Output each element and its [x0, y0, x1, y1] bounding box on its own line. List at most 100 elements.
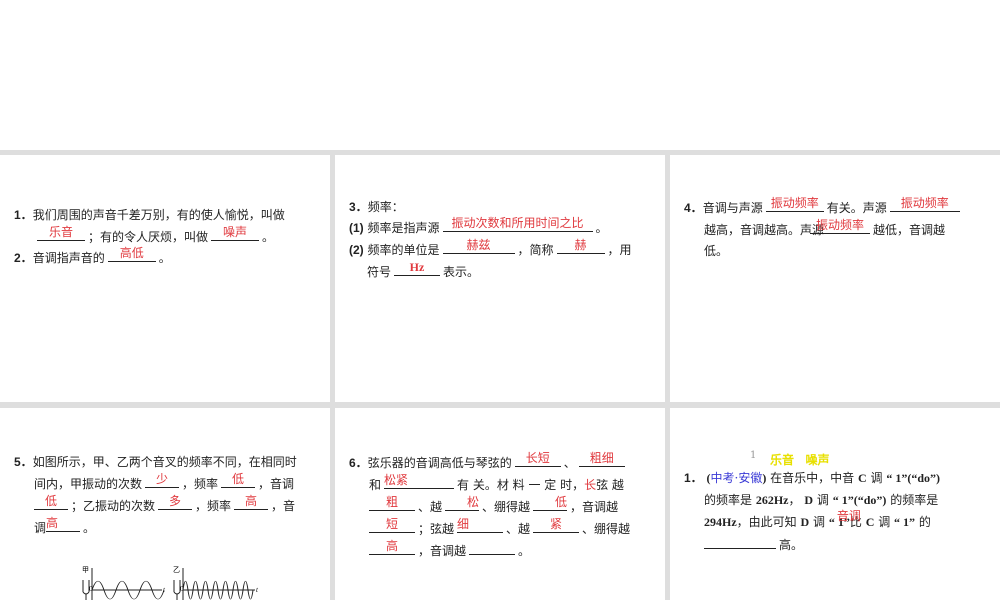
q5-text-3: ，频率 [182, 477, 219, 491]
q3-p2-text: 频率的单位是 [367, 243, 440, 257]
q6-answer-6: 松 [467, 495, 480, 509]
q6-answer-11: 高 [385, 539, 398, 553]
ex1-text-8: 调 [813, 515, 826, 529]
q6-answer-1: 长短 [525, 451, 550, 465]
q6-answer-2: 粗细 [589, 451, 614, 465]
axis-a [91, 568, 162, 600]
q5-blank-6: 高 [46, 516, 81, 532]
q3-p1-number: (1) [349, 221, 364, 235]
q4-blank-2: 振动频率 [889, 197, 960, 212]
q6-blank-8: 短 [369, 518, 415, 533]
q6-blank-9: 细 [457, 517, 504, 533]
q1-number: 1． [14, 208, 33, 222]
panel-q4: 4．音调与声源 振动频率 有关。声源 振动频率 越高，音调越高。声源 振动频率 越低，音调… [670, 155, 1000, 402]
q6-text-2: 和 [369, 478, 382, 492]
q3-answer-2: 赫兹 [466, 238, 491, 252]
q6-answer-8: 短 [385, 517, 398, 531]
ex1-q1: “ 1”(“do”) [886, 471, 941, 485]
q6-blank-7: 低 [533, 495, 568, 511]
q5-blank-3: 低 [34, 495, 68, 510]
q1-answer-1: 乐音 [48, 225, 73, 239]
q3-p1-text: 频率是指声源 [367, 221, 440, 235]
q2-answer: 高低 [119, 246, 144, 260]
ex1-f1: 262Hz [755, 493, 789, 507]
q6-text-5: 、越 [418, 500, 443, 514]
q4-text-3: 越高，音调越高。声源 [704, 223, 825, 237]
q6-answer-5: 粗 [385, 495, 398, 509]
q4-answer-3: 振动频率 [816, 218, 865, 232]
ex1-highlight-2: 噪声 [805, 453, 830, 467]
ex1-highlight-1: 乐音 [770, 453, 795, 467]
ex1-number: 1． [684, 471, 703, 485]
q6-text-11: ，音调越 [418, 544, 467, 558]
ex1-badge: 1 [750, 450, 757, 461]
q5-answer-6: 高 [46, 516, 59, 530]
ex1-q2: “ 1”(“do”) [832, 493, 887, 507]
panel-q5: 5．如图所示，甲、乙两个音叉的频率不同，在相同时 间内，甲振动的次数少，频率低，… [0, 408, 330, 600]
ex1-text-6: 的频率是 [890, 493, 939, 507]
q4-text-2: 有关。声源 [826, 201, 887, 215]
panel-q3: 3．频率： (1) 频率是指声源 振动次数和所用时间之比。 (2) 频率的单位是 赫… [335, 155, 665, 402]
q3-p3-end: 表示。 [443, 265, 480, 279]
q2-number: 2． [14, 251, 33, 265]
q3-blank-4: Hz [394, 261, 441, 276]
ex1-answer: 音调 [836, 509, 861, 523]
q3-number: 3． [349, 200, 368, 214]
ex1-source: 中考·安徽 [710, 471, 763, 485]
q1-text-2: ；有的令人厌烦，叫做 [88, 230, 209, 244]
q5-text-6: ，频率 [195, 499, 232, 513]
panel-q1-q2: 1．我们周围的声音千差万别，有的使人愉悦，叫做 乐音 ；有的令人厌烦，叫做 噪声。 … [0, 155, 330, 402]
q1-blank-2: 噪声 [211, 225, 260, 241]
q4-blank-3: 振动频率 [810, 218, 871, 234]
q1-answer-2: 噪声 [223, 225, 248, 239]
q3-p2-text-b: ，简称 [517, 243, 554, 257]
q6-text-7: ，音调越 [570, 500, 619, 514]
q6-text-12: 。 [518, 544, 531, 558]
q1-blank-1: 乐音 [37, 226, 85, 241]
q6-answer-4: 长 [584, 478, 597, 492]
q6-text-10: 、绷得越 [582, 522, 631, 536]
q2-text-2: 。 [158, 251, 171, 265]
q6-text-9: 、越 [506, 522, 531, 536]
q6-blank-2: 粗细 [578, 451, 625, 467]
q5-answer-5: 高 [245, 494, 258, 508]
q5-text-7: ，音 [271, 499, 296, 513]
q2-blank: 高低 [107, 246, 156, 262]
q6-blank-1: 长短 [514, 451, 561, 467]
q6-blank-6: 松 [445, 495, 480, 511]
ex1-blank [704, 534, 776, 549]
q6-text-8: ；弦越 [418, 522, 455, 536]
q1-text: 我们周围的声音千差万别，有的使人愉悦，叫做 [32, 208, 285, 222]
ex1-text-11: 的 [918, 515, 931, 529]
q5-text-4: ，音调 [258, 477, 295, 491]
q6-blank-3: 松紧 [384, 474, 455, 489]
q3-p2-text-c: ，用 [607, 243, 632, 257]
wave-b [182, 580, 254, 600]
fig-t-b: t [256, 586, 259, 594]
q6-answer-7: 低 [555, 495, 568, 509]
q2-text: 音调指声音的 [32, 251, 105, 265]
q4-number: 4． [684, 201, 703, 215]
fig-t-a: t [163, 586, 166, 594]
ex1-q3-wrap: “ 1” 音调 [829, 509, 861, 529]
q3-p1-end: 。 [595, 221, 608, 235]
q1-text-3: 。 [262, 230, 275, 244]
q5-text-2: 间内，甲振动的次数 [34, 477, 143, 491]
panel-exercise-1: 1 乐音 噪声 1． (中考·安徽) 在音乐中，中音 C 调 “ 1”(“do”… [670, 408, 1000, 600]
q6-text-6: 、绷得越 [482, 500, 531, 514]
q3-p3-text: 符号 [367, 265, 392, 279]
q5-blank-4: 多 [158, 495, 193, 510]
q4-answer-1: 振动频率 [770, 196, 819, 210]
q6-text-4: 弦 越 [596, 478, 624, 492]
q6-blank-5: 粗 [369, 496, 415, 511]
q3-blank-3: 赫 [556, 239, 605, 254]
ex1-text-1: 在音乐中，中音 [770, 471, 855, 485]
tuning-fork-waveform-figure: 甲 0 t 乙 0 t [82, 566, 259, 600]
ex1-text-10: 调 [878, 515, 891, 529]
fig-label-b: 乙 [173, 566, 180, 574]
q3-answer-1: 振动次数和所用时间之比 [451, 216, 584, 230]
ex1-d2: D [800, 515, 810, 529]
q6-answer-9: 细 [457, 517, 470, 531]
q6-sep: 、 [563, 456, 576, 470]
q6-blank-11: 高 [369, 540, 415, 555]
